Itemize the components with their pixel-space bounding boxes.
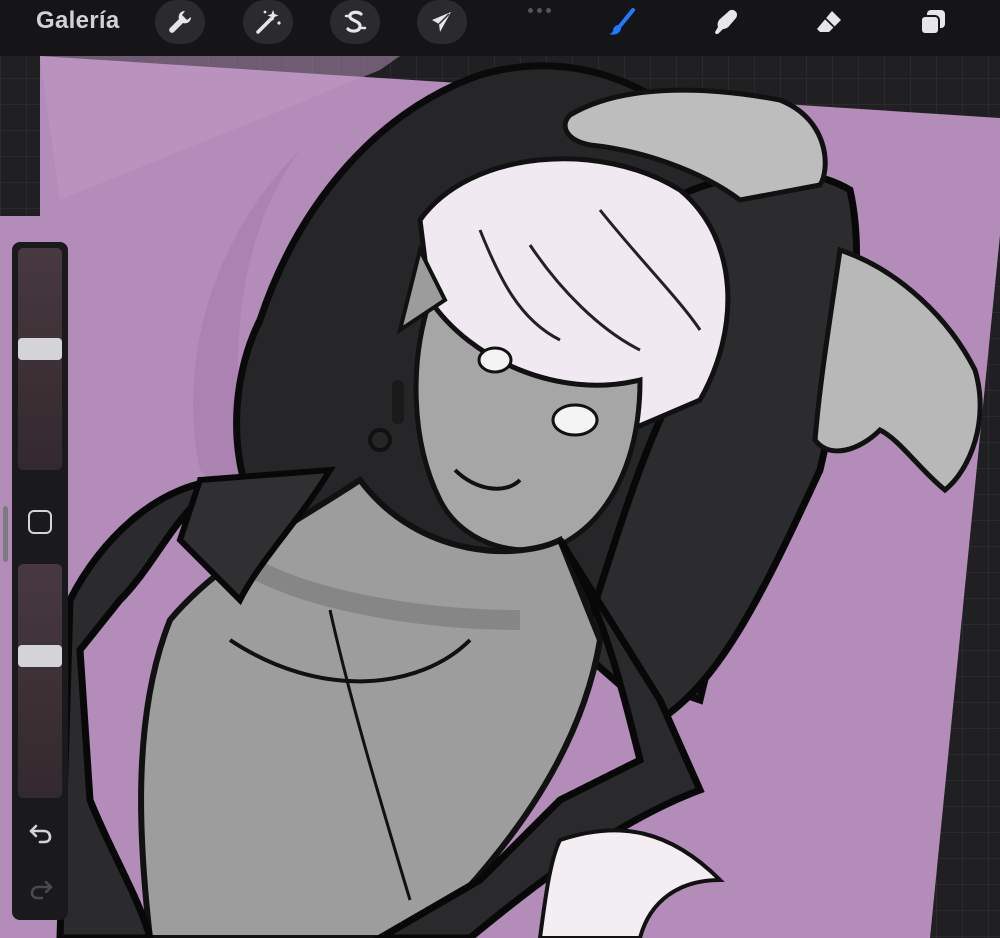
eraser-icon — [817, 11, 841, 32]
brush-size-slider-thumb[interactable] — [18, 338, 62, 360]
transform-button[interactable] — [417, 0, 467, 44]
top-toolbar: Galería — [0, 0, 1000, 56]
eraser-button[interactable] — [806, 0, 852, 44]
selection-button[interactable] — [330, 0, 380, 44]
redo-arrow-icon — [30, 880, 53, 900]
sidebar-position-handle[interactable] — [3, 506, 8, 562]
brush-size-slider[interactable] — [18, 248, 62, 470]
brush-icon — [609, 8, 635, 35]
wrench-icon — [169, 10, 192, 33]
gallery-button[interactable]: Galería — [36, 6, 120, 36]
actions-button[interactable] — [155, 0, 205, 44]
smudge-button[interactable] — [703, 0, 749, 44]
undo-arrow-icon — [29, 824, 52, 844]
magic-wand-icon — [256, 10, 281, 34]
adjustments-button[interactable] — [243, 0, 293, 44]
opacity-slider[interactable] — [18, 564, 62, 798]
smudge-finger-icon — [715, 9, 737, 35]
artwork-canvas[interactable] — [0, 0, 1000, 938]
opacity-slider-thumb[interactable] — [18, 645, 62, 667]
toolbar-drag-handle[interactable] — [528, 0, 556, 13]
left-sidebar — [12, 242, 68, 920]
brush-button[interactable] — [599, 0, 645, 44]
selection-s-icon — [344, 10, 367, 33]
modify-button[interactable] — [28, 510, 52, 534]
layers-button[interactable] — [910, 0, 956, 44]
redo-button[interactable] — [26, 874, 56, 904]
arrow-cursor-icon — [432, 12, 451, 32]
undo-button[interactable] — [26, 818, 56, 848]
layers-icon — [920, 10, 945, 35]
